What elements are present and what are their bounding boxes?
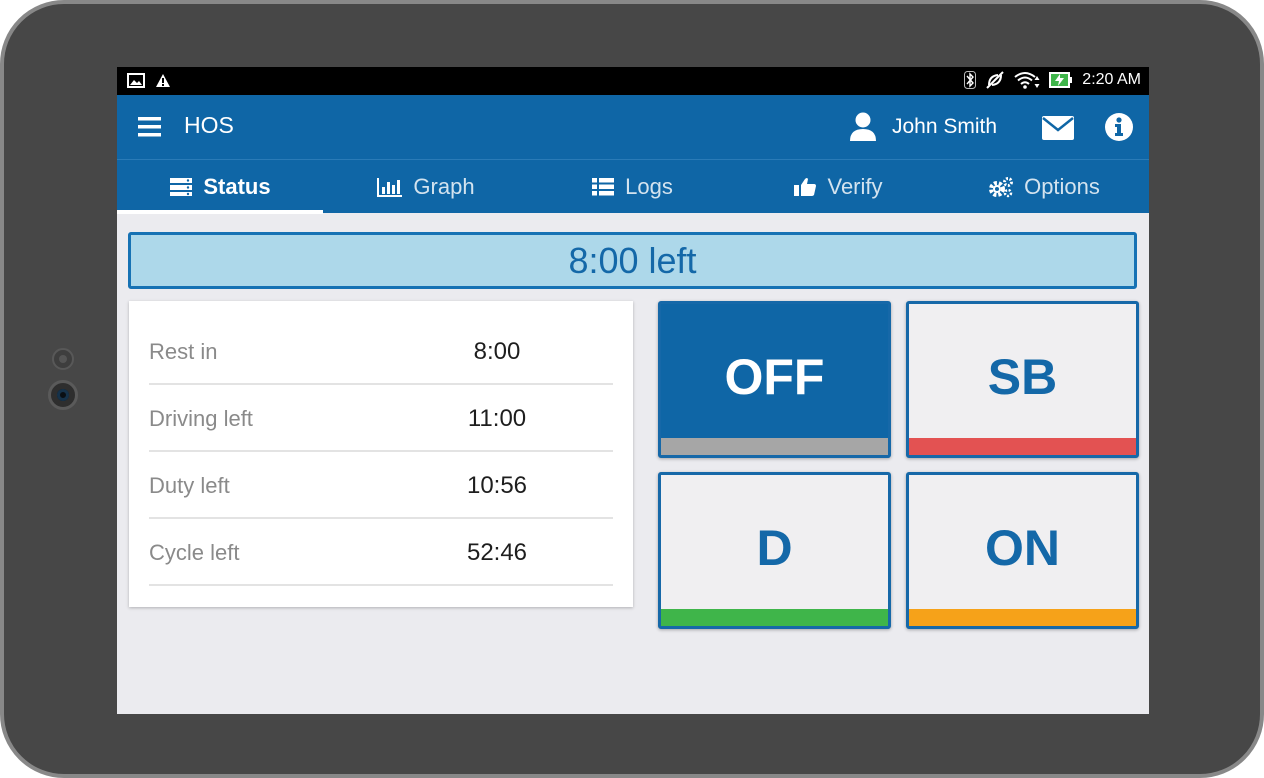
menu-button[interactable] <box>137 115 163 139</box>
tab-status[interactable]: Status <box>117 160 323 214</box>
stat-row-cycle: Cycle left 52:46 <box>149 520 613 586</box>
warning-icon <box>156 74 170 87</box>
stat-label: Cycle left <box>149 540 240 565</box>
duty-driving-button[interactable]: D <box>658 472 891 629</box>
duty-color-bar <box>661 609 888 626</box>
time-left-banner: 8:00 left <box>128 232 1137 289</box>
stat-row-duty: Duty left 10:56 <box>149 453 613 519</box>
stat-row-rest: Rest in 8:00 <box>149 319 613 385</box>
duty-sleeper-button[interactable]: SB <box>906 301 1139 458</box>
tab-logs[interactable]: Logs <box>529 160 735 213</box>
tab-bar: Status Graph Logs Verify Options <box>117 159 1149 214</box>
user-icon <box>850 112 876 141</box>
stat-value: 52:46 <box>466 539 528 566</box>
stat-row-driving: Driving left 11:00 <box>149 386 613 452</box>
duty-color-bar <box>909 438 1136 455</box>
mail-icon <box>1042 116 1074 140</box>
device-screen: 2:20 AM HOS John Smith Status Graph Logs… <box>117 67 1149 714</box>
user-name: John Smith <box>892 115 998 138</box>
duty-off-button[interactable]: OFF <box>658 301 891 458</box>
messages-button[interactable] <box>1041 115 1075 141</box>
bluetooth-icon <box>964 71 977 89</box>
list-icon <box>592 177 615 195</box>
hours-summary-card: Rest in 8:00 Driving left 11:00 Duty lef… <box>129 301 633 607</box>
status-icon <box>170 177 193 196</box>
tab-label: Options <box>1024 173 1100 199</box>
bar-chart-icon <box>377 177 403 197</box>
tab-verify[interactable]: Verify <box>735 160 941 213</box>
tab-label: Status <box>203 173 271 199</box>
wifi-icon <box>1014 72 1040 89</box>
duty-label: ON <box>985 520 1060 576</box>
image-icon <box>127 73 145 88</box>
camera-icon <box>48 380 78 410</box>
duty-label: SB <box>987 349 1058 405</box>
user-profile-button[interactable]: John Smith <box>849 112 997 142</box>
gears-icon <box>989 176 1014 197</box>
stat-value: 8:00 <box>473 338 521 365</box>
stat-label: Duty left <box>149 473 230 498</box>
tab-graph[interactable]: Graph <box>323 160 529 213</box>
info-icon <box>1105 113 1133 141</box>
system-status-bar: 2:20 AM <box>117 67 1149 95</box>
app-title: HOS <box>184 112 234 138</box>
duty-color-bar <box>661 438 888 455</box>
tab-label: Graph <box>413 173 475 199</box>
clock-time: 2:20 AM <box>1082 71 1141 88</box>
duty-on-button[interactable]: ON <box>906 472 1139 629</box>
tab-label: Verify <box>827 173 883 199</box>
battery-charging-icon <box>1049 72 1073 88</box>
no-sync-icon <box>986 71 1005 89</box>
duty-color-bar <box>909 609 1136 626</box>
stat-label: Driving left <box>149 406 253 431</box>
tab-options[interactable]: Options <box>941 160 1147 213</box>
menu-icon <box>138 117 161 137</box>
stat-value: 11:00 <box>467 405 527 432</box>
duty-label: OFF <box>724 349 825 405</box>
info-button[interactable] <box>1104 112 1134 142</box>
sensor-icon <box>52 348 74 370</box>
app-bar: HOS John Smith <box>117 95 1149 159</box>
thumbs-up-icon <box>794 177 817 196</box>
stat-value: 10:56 <box>466 472 528 499</box>
stat-label: Rest in <box>149 339 218 364</box>
tab-label: Logs <box>625 173 673 199</box>
duty-label: D <box>756 520 793 576</box>
